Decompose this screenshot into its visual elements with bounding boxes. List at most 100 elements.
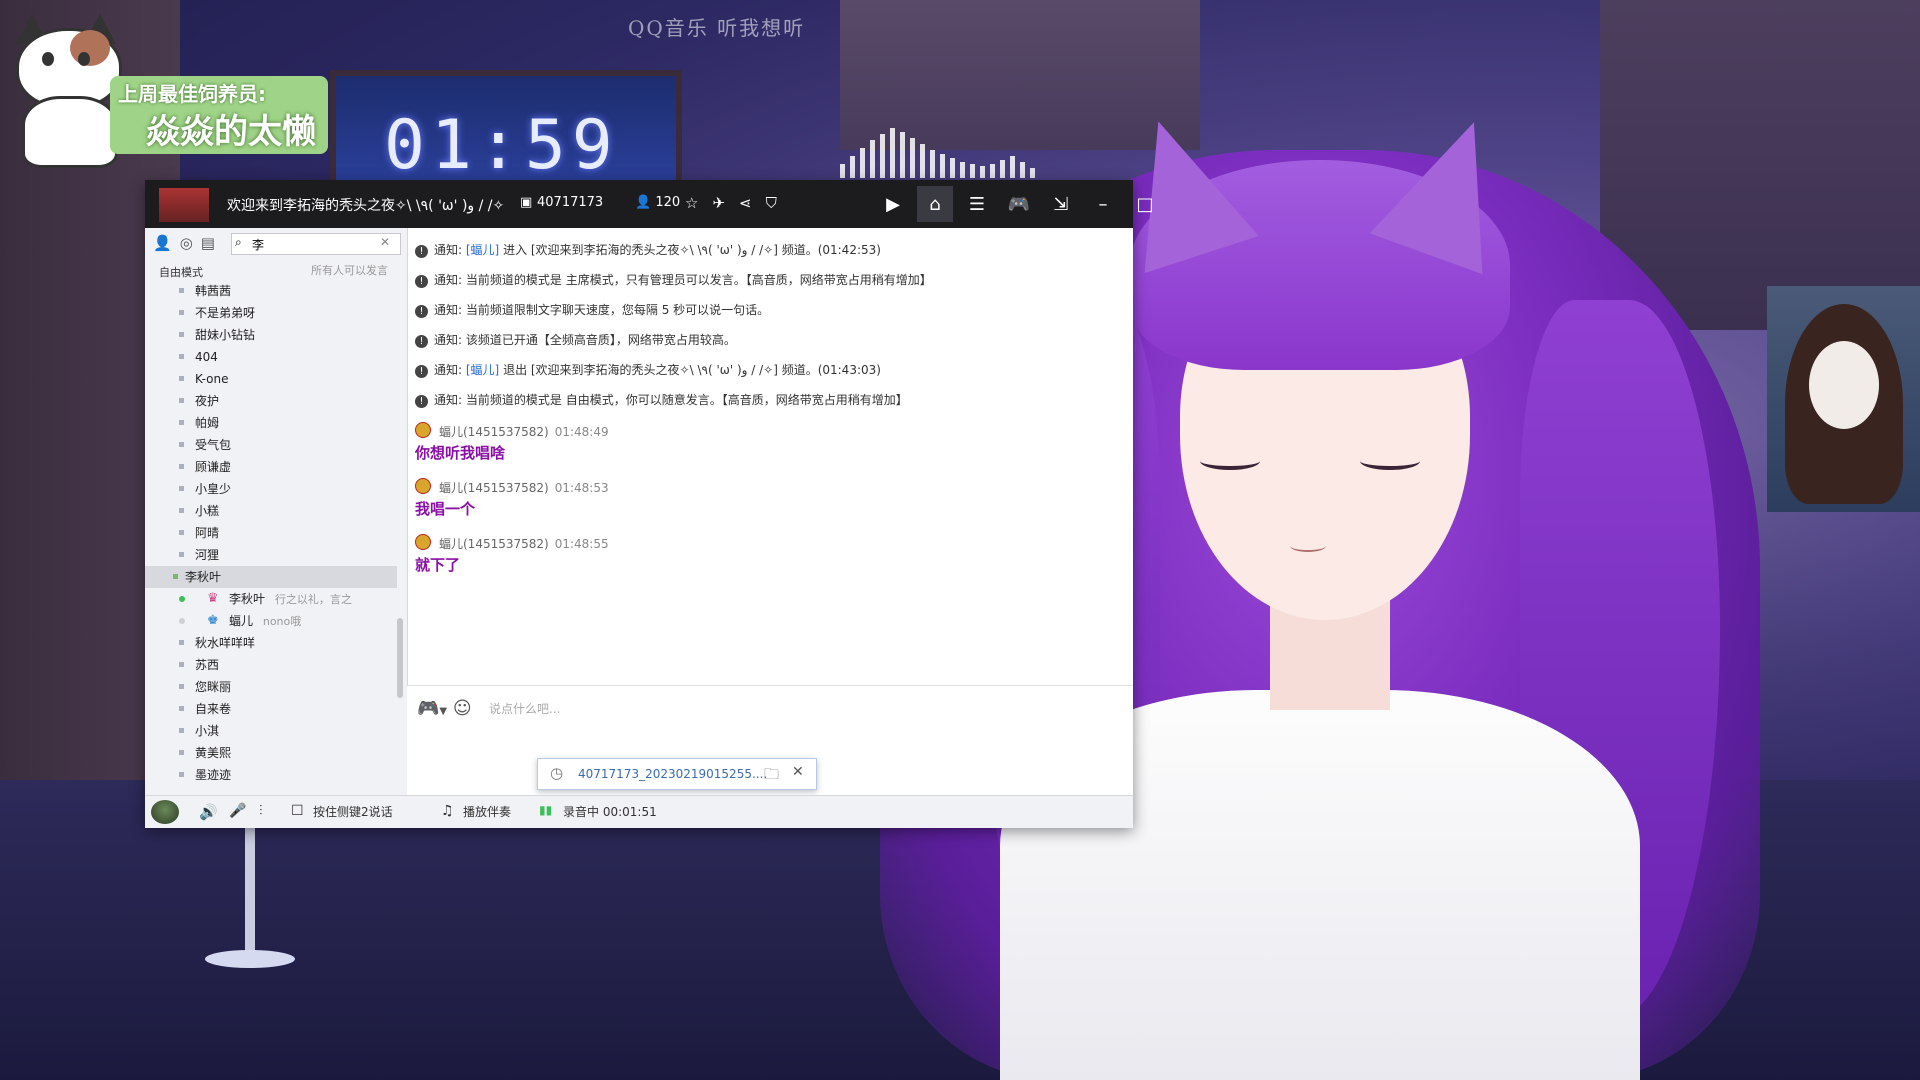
channel-name: 欢迎来到李拓海的秃头之夜✧\ \٩( 'ω' )و / /✧ xyxy=(227,198,505,214)
channel-mode-hint: 所有人可以发言 xyxy=(311,264,388,277)
search-icon: ⌕ xyxy=(235,235,242,249)
emoji-icon[interactable]: ☺ xyxy=(453,698,472,719)
notice-icon: ! xyxy=(415,395,428,408)
avatar-eye-left xyxy=(1200,452,1260,470)
message-input[interactable]: 说点什么吧... xyxy=(489,700,560,717)
play-icon[interactable]: ◷ xyxy=(550,764,563,782)
notice-icon: ! xyxy=(415,305,428,318)
channel-topbar: 欢迎来到李拓海的秃头之夜✧\ \٩( 'ω' )و / /✧ ▣ 4071717… xyxy=(145,180,1154,228)
vip-badge-icon xyxy=(415,534,431,550)
music-app-title: QQ音乐 听我想听 xyxy=(628,16,806,40)
sidebar-scrollbar[interactable] xyxy=(397,618,403,698)
channel-item[interactable]: 韩茜茜 xyxy=(145,280,397,302)
channel-item[interactable]: 苏西 xyxy=(145,654,397,676)
message-header: 蝠儿(1451537582) 01:48:49 xyxy=(415,422,1115,442)
folder-icon[interactable]: 🗀 xyxy=(764,764,779,789)
avatar-eye-right xyxy=(1360,452,1420,470)
channel-avatar[interactable] xyxy=(159,188,209,222)
channel-item[interactable]: 黄美熙 xyxy=(145,742,397,764)
message-header: 蝠儿(1451537582) 01:48:55 xyxy=(415,534,1115,554)
user-icon: 👤 xyxy=(635,195,652,210)
channel-item[interactable]: 受气包 xyxy=(145,434,397,456)
message-sender[interactable]: 蝠儿(1451537582) xyxy=(439,481,549,495)
clear-search-icon[interactable]: ✕ xyxy=(380,235,390,249)
recording-file-popup: ◷ 40717173_20230219015255.... 🗀 ✕ xyxy=(537,758,817,790)
member-name: 蝠儿 xyxy=(229,614,254,628)
selected-channel[interactable]: 李秋叶 xyxy=(145,566,397,588)
room-id: 40717173 xyxy=(537,195,604,210)
share-icon[interactable]: ⋖ xyxy=(739,194,752,212)
channel-item[interactable]: 小糕 xyxy=(145,500,397,522)
mixer-icon[interactable]: ⫶ xyxy=(259,803,263,819)
channel-item[interactable]: 墨迹迹 xyxy=(145,764,397,785)
channel-item[interactable]: K-one xyxy=(145,368,397,390)
video-icon[interactable]: ▶ xyxy=(875,186,911,222)
recording-status[interactable]: 录音中 00:01:51 xyxy=(563,803,657,820)
voice-controls: 🔊 🎤 ⫶ ☐ 按住侧键2说话 ♫ 播放伴奏 ▮▮ 录音中 00:01:51 xyxy=(145,795,1133,828)
message-time: 01:48:55 xyxy=(554,537,609,551)
checkbox-icon[interactable]: ☐ xyxy=(291,803,304,819)
channel-item[interactable]: 秋水咩咩咩 xyxy=(145,632,397,654)
channel-item[interactable]: 小淇 xyxy=(145,720,397,742)
user-link[interactable]: [蝠儿] xyxy=(466,363,499,377)
notice-icon: ! xyxy=(415,245,428,258)
window-controls: ▶ ⌂ ☰ 🎮 ⇲ – □ xyxy=(875,186,1163,222)
channel-item[interactable]: 顾谦虚 xyxy=(145,456,397,478)
speaking-indicator xyxy=(179,596,185,602)
stream-clock: 01:59 xyxy=(384,106,619,185)
microphone-icon[interactable]: 🎤 xyxy=(229,803,246,819)
channel-item[interactable]: 帕姆 xyxy=(145,412,397,434)
close-icon[interactable]: ✕ xyxy=(792,764,804,780)
accompaniment-button[interactable]: 播放伴奏 xyxy=(463,803,511,820)
chevron-down-icon[interactable]: ▼ xyxy=(439,706,447,717)
gamepad-icon[interactable]: 🎮 xyxy=(1001,186,1037,222)
channel-actions: ☆ ✈ ⋖ ⛉ xyxy=(685,194,777,212)
online-count: 👤 120 xyxy=(635,195,680,210)
recording-filename[interactable]: 40717173_20230219015255.... xyxy=(578,767,767,781)
star-icon[interactable]: ☆ xyxy=(685,194,698,212)
system-notice: ! 通知: 该频道已开通【全频高音质】，网络带宽占用较高。 xyxy=(415,330,1115,360)
member-icon[interactable]: 👤 xyxy=(153,234,172,252)
speaker-icon[interactable]: 🔊 xyxy=(199,803,218,821)
collapse-icon[interactable]: ⇲ xyxy=(1043,186,1079,222)
floor-lamp-base xyxy=(205,950,295,968)
channel-item[interactable]: 不是弟弟呀 xyxy=(145,302,397,324)
channel-item[interactable]: 阿晴 xyxy=(145,522,397,544)
search-value: 李 xyxy=(252,238,265,252)
minimize-icon[interactable]: – xyxy=(1085,186,1121,222)
user-link[interactable]: [蝠儿] xyxy=(466,243,499,257)
list-icon[interactable]: ☰ xyxy=(959,186,995,222)
guest-role-icon: ♚ xyxy=(207,613,219,628)
message-sender[interactable]: 蝠儿(1451537582) xyxy=(439,425,549,439)
message-text: 你想听我唱啥 xyxy=(415,444,506,462)
plane-icon[interactable]: ✈ xyxy=(712,194,725,212)
music-icon[interactable]: ♫ xyxy=(441,803,454,819)
location-icon[interactable]: ◎ xyxy=(180,234,193,252)
shield-icon[interactable]: ⛉ xyxy=(766,194,777,212)
channel-item[interactable]: 甜妹小钻钻 xyxy=(145,324,397,346)
gamepad-icon[interactable]: 🎮 xyxy=(417,698,439,719)
notes-icon[interactable]: ▤ xyxy=(201,234,215,252)
home-icon[interactable]: ⌂ xyxy=(917,186,953,222)
voice-chat-window: 欢迎来到李拓海的秃头之夜✧\ \٩( 'ω' )و / /✧ ▣ 4071717… xyxy=(145,180,1154,828)
self-avatar[interactable] xyxy=(151,800,179,824)
recording-icon: ▮▮ xyxy=(539,803,553,817)
channel-item[interactable]: 404 xyxy=(145,346,397,368)
member-name: 李秋叶 xyxy=(229,592,266,606)
member-row[interactable]: ♛ 李秋叶 行之以礼，言之 xyxy=(145,588,397,610)
channel-item[interactable]: 河狸 xyxy=(145,544,397,566)
channel-item[interactable]: 夜护 xyxy=(145,390,397,412)
message-sender[interactable]: 蝠儿(1451537582) xyxy=(439,537,549,551)
channel-item[interactable]: 小皇少 xyxy=(145,478,397,500)
message-list: ! 通知: [蝠儿] 进入 [欢迎来到李拓海的秃头之夜✧\ \٩( 'ω' )و … xyxy=(415,240,1115,588)
message-time: 01:48:53 xyxy=(554,481,609,495)
notice-icon: ! xyxy=(415,335,428,348)
channel-mode: 自由模式 xyxy=(159,266,203,279)
member-row[interactable]: ♚ 蝠儿 nono哦 xyxy=(145,610,397,632)
channel-search-input[interactable]: ⌕ 李 ✕ xyxy=(231,233,401,255)
push-to-talk-label[interactable]: 按住侧键2说话 xyxy=(313,803,393,820)
audio-visualizer xyxy=(840,128,1055,178)
maximize-icon[interactable]: □ xyxy=(1127,186,1163,222)
channel-item[interactable]: 您眯丽 xyxy=(145,676,397,698)
channel-item[interactable]: 自来卷 xyxy=(145,698,397,720)
